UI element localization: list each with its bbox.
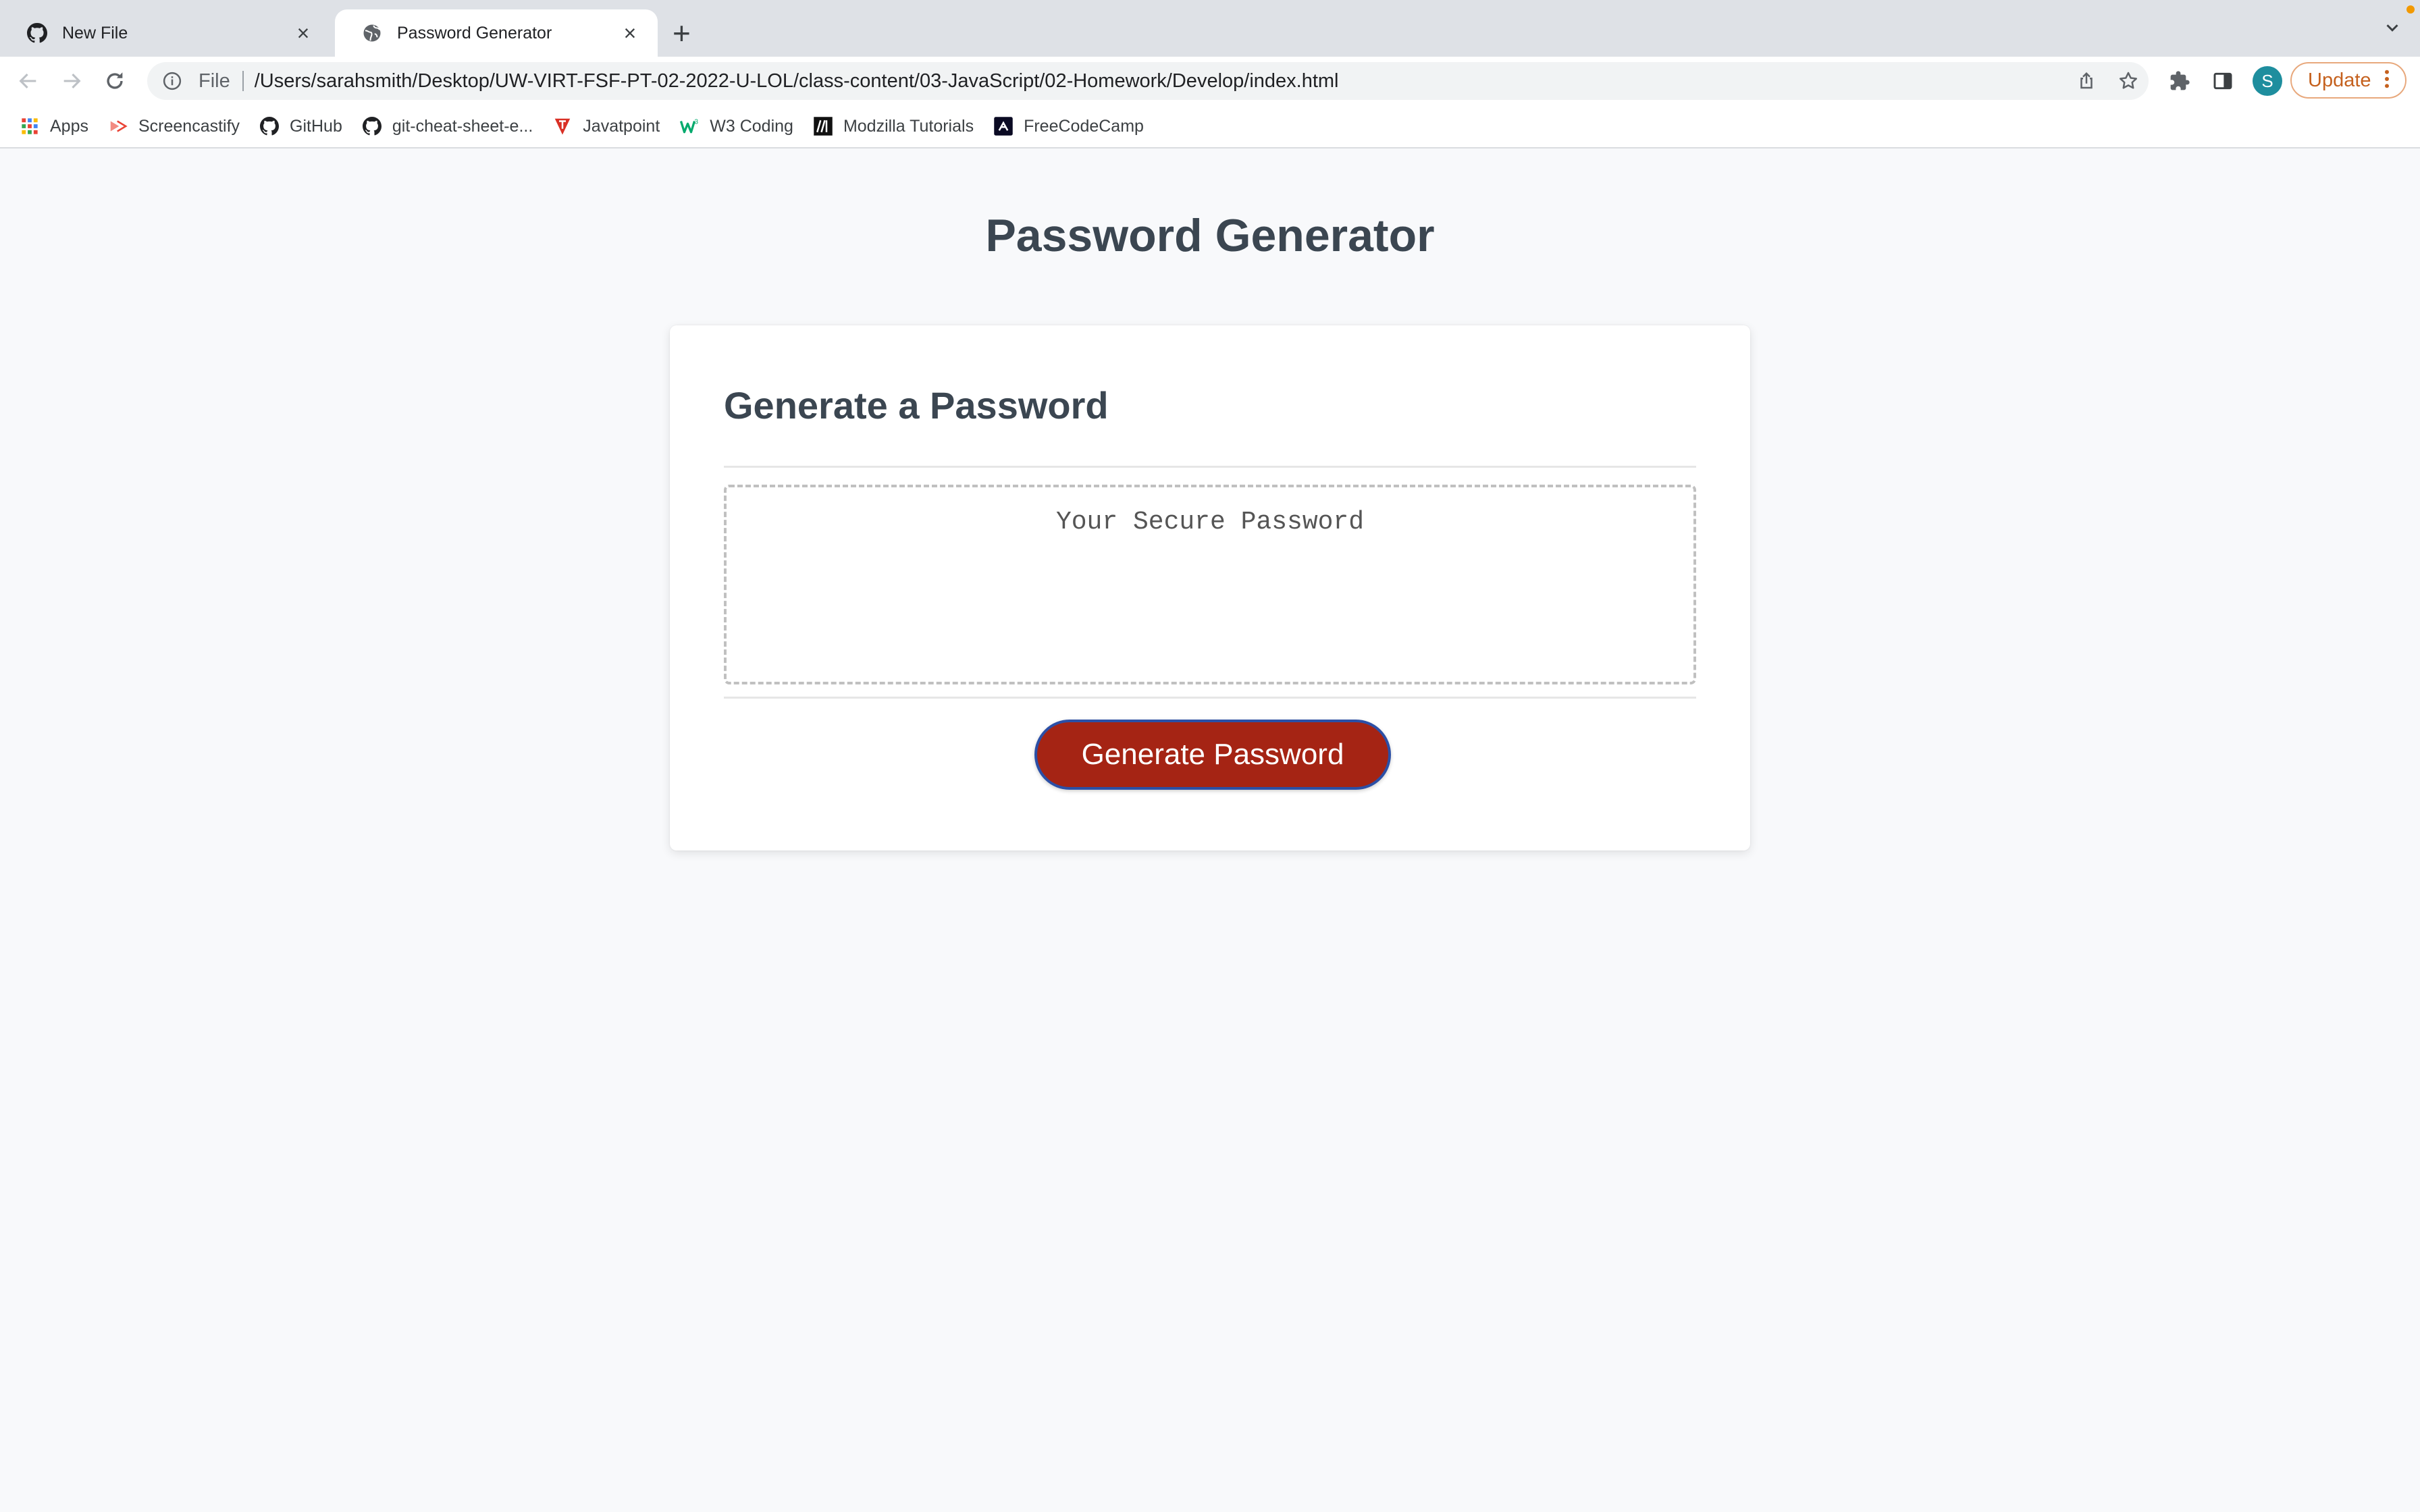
bookmark-modzilla-tutorials[interactable]: Modzilla Tutorials	[812, 115, 974, 137]
page-title: Password Generator	[985, 210, 1435, 261]
close-icon[interactable]: ×	[292, 21, 315, 46]
tab-title: Password Generator	[397, 23, 552, 43]
card-header: Generate a Password	[724, 384, 1109, 427]
tab-strip: New File × Password Generator × +	[0, 0, 2420, 57]
more-vert-icon	[2384, 69, 2390, 92]
password-card: Generate a Password Generate Password	[670, 325, 1750, 850]
bookmark-label: GitHub	[290, 116, 342, 136]
mdn-icon	[812, 115, 834, 137]
bookmark-label: Javatpoint	[583, 116, 660, 136]
divider	[724, 697, 1696, 699]
bookmark-apps[interactable]: Apps	[19, 115, 88, 137]
tab-new-file[interactable]: New File ×	[0, 9, 331, 57]
tab-title: New File	[62, 23, 128, 43]
github-icon	[259, 115, 280, 137]
bookmark-label: Modzilla Tutorials	[843, 116, 974, 136]
github-icon	[361, 115, 383, 137]
update-label: Update	[2308, 69, 2371, 91]
bookmark-git-cheat-sheet[interactable]: git-cheat-sheet-e...	[361, 115, 533, 137]
close-icon[interactable]: ×	[619, 21, 641, 46]
notification-dot	[2406, 5, 2415, 14]
bookmark-label: git-cheat-sheet-e...	[392, 116, 533, 136]
screencastify-icon	[107, 115, 129, 137]
star-icon[interactable]	[2116, 69, 2140, 93]
address-bar[interactable]: File /Users/sarahsmith/Desktop/UW-VIRT-F…	[147, 62, 2149, 100]
browser-toolbar: File /Users/sarahsmith/Desktop/UW-VIRT-F…	[0, 57, 2420, 105]
bookmark-freecodecamp[interactable]: FreeCodeCamp	[993, 115, 1144, 137]
bookmark-w3-coding[interactable]: 3 W3 Coding	[679, 115, 793, 137]
javatpoint-icon	[552, 115, 573, 137]
freecodecamp-icon	[993, 115, 1014, 137]
bookmark-github[interactable]: GitHub	[259, 115, 342, 137]
github-icon	[26, 22, 49, 45]
new-tab-icon[interactable]: +	[673, 15, 691, 51]
w3-icon: 3	[679, 115, 700, 137]
bookmark-label: W3 Coding	[710, 116, 793, 136]
info-icon[interactable]	[161, 70, 184, 92]
globe-icon	[361, 22, 384, 45]
bookmark-javatpoint[interactable]: Javatpoint	[552, 115, 660, 137]
bookmark-label: FreeCodeCamp	[1024, 116, 1144, 136]
bookmarks-bar: Apps Screencastify GitHub git-cheat-shee…	[0, 105, 2420, 148]
bookmark-label: Screencastify	[138, 116, 240, 136]
side-panel-icon[interactable]	[2208, 66, 2238, 96]
extensions-icon[interactable]	[2165, 66, 2194, 96]
reload-icon[interactable]	[100, 66, 130, 96]
back-icon[interactable]	[14, 66, 43, 96]
password-output[interactable]	[724, 485, 1696, 684]
divider	[724, 466, 1696, 468]
share-icon[interactable]	[2074, 69, 2099, 93]
url-text[interactable]: /Users/sarahsmith/Desktop/UW-VIRT-FSF-PT…	[255, 70, 1339, 92]
url-separator	[242, 71, 244, 91]
url-scheme: File	[199, 70, 230, 92]
svg-text:3: 3	[695, 118, 699, 126]
avatar[interactable]: S	[2253, 66, 2282, 96]
update-button[interactable]: Update	[2290, 62, 2406, 99]
forward-icon[interactable]	[57, 66, 86, 96]
apps-grid-icon	[19, 115, 41, 137]
tab-password-generator[interactable]: Password Generator ×	[335, 9, 658, 57]
generate-password-button[interactable]: Generate Password	[1034, 720, 1391, 790]
bookmark-screencastify[interactable]: Screencastify	[107, 115, 240, 137]
bookmark-label: Apps	[50, 116, 88, 136]
chevron-down-icon[interactable]	[2382, 18, 2402, 41]
